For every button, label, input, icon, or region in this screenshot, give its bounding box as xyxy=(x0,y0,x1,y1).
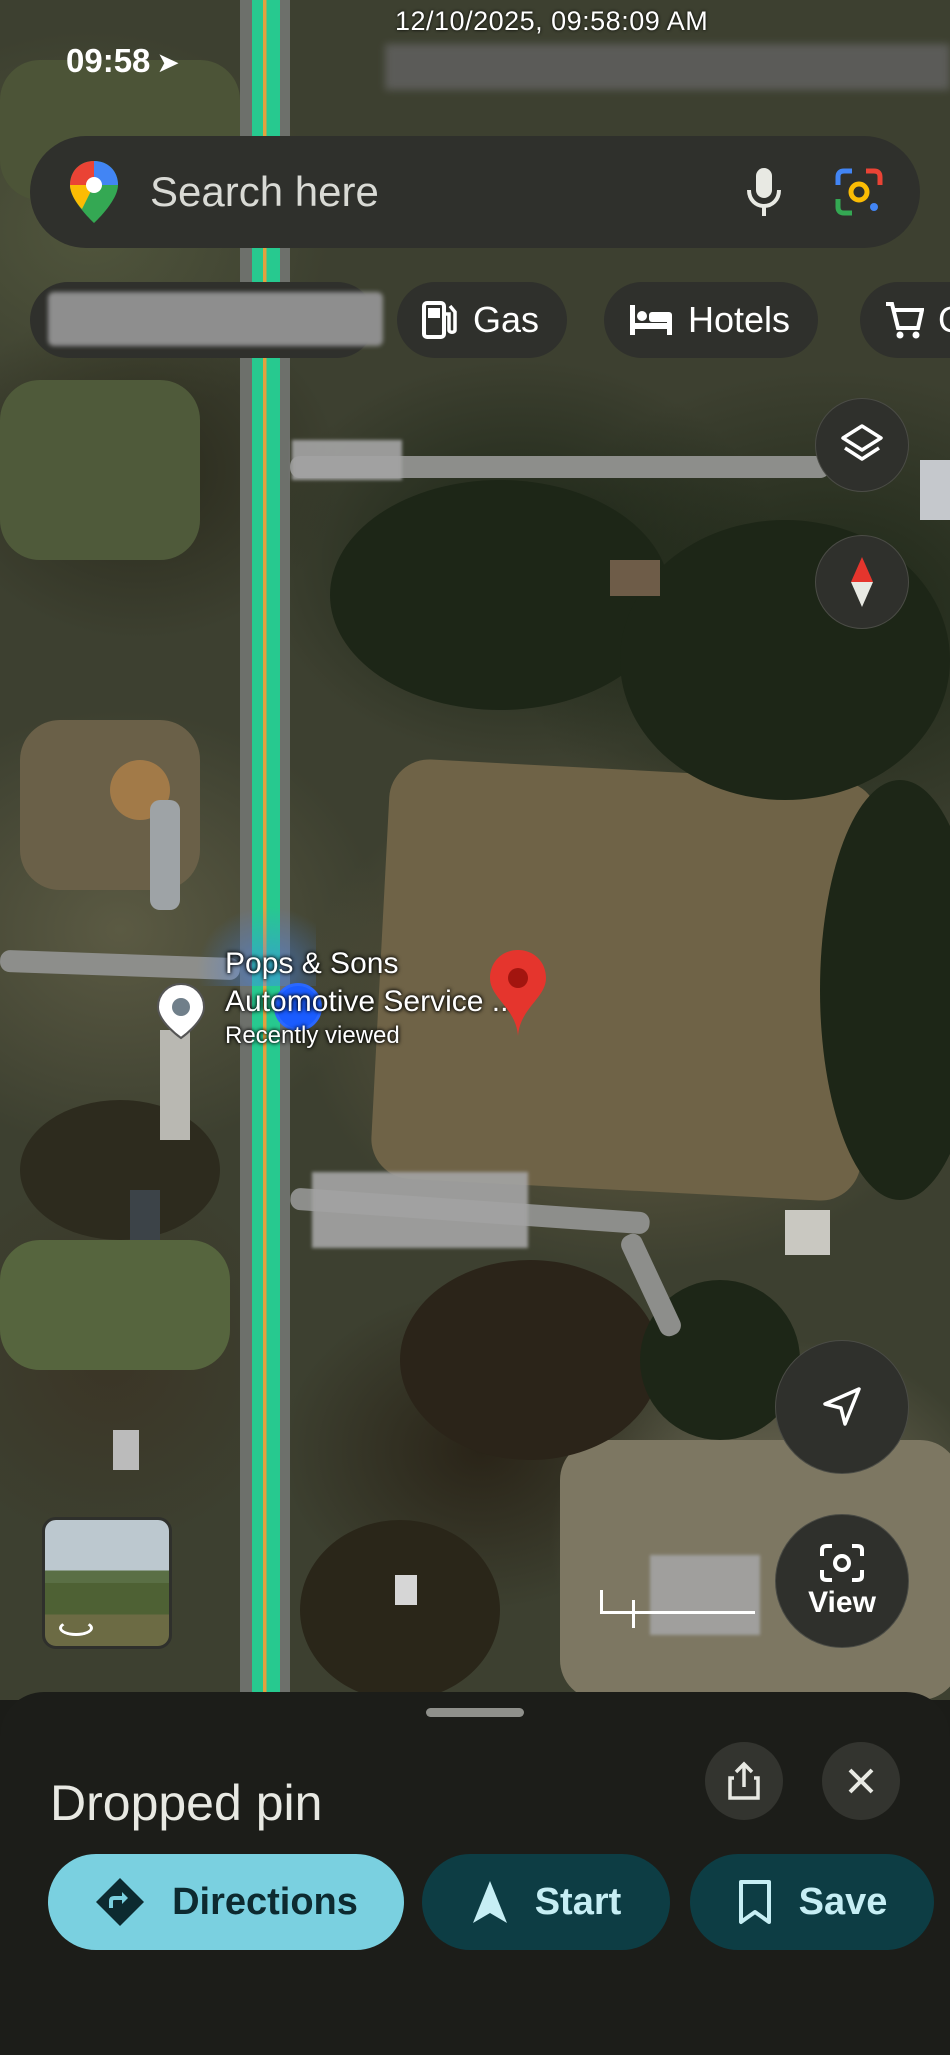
dropped-pin-icon[interactable] xyxy=(488,948,548,1038)
time-text: 09:58 xyxy=(66,42,151,79)
tree-cluster xyxy=(400,1260,660,1460)
start-label: Start xyxy=(534,1880,622,1923)
navigation-arrow-icon xyxy=(823,1387,861,1426)
grass-area xyxy=(0,1240,230,1370)
close-button[interactable] xyxy=(822,1742,900,1820)
grass-area xyxy=(0,380,200,560)
chip-shopping[interactable]: G xyxy=(860,282,950,358)
compass-icon xyxy=(851,557,873,607)
bookmark-icon xyxy=(738,1880,771,1924)
view-button[interactable]: View xyxy=(775,1514,909,1648)
street-view-thumbnail[interactable] xyxy=(42,1517,172,1649)
bed-icon xyxy=(630,305,672,335)
close-icon xyxy=(848,1768,874,1794)
poi-label[interactable]: Pops & Sons Automotive Service ... Recen… xyxy=(225,945,517,1051)
share-icon xyxy=(728,1761,760,1800)
location-arrow-icon: ➤ xyxy=(156,47,180,78)
share-button[interactable] xyxy=(705,1742,783,1820)
poi-name-line1: Pops & Sons xyxy=(225,947,399,980)
navigation-start-icon xyxy=(472,1881,507,1923)
view-label: View xyxy=(808,1586,876,1619)
chip-gas[interactable]: Gas xyxy=(397,282,568,358)
tree-cluster xyxy=(20,1100,220,1240)
place-marker-icon[interactable] xyxy=(150,980,212,1042)
search-bar[interactable]: Search here xyxy=(30,136,920,248)
scale-bar-tick xyxy=(632,1600,635,1628)
search-input[interactable]: Search here xyxy=(150,168,744,216)
microphone-icon[interactable] xyxy=(744,166,784,218)
my-location-button[interactable] xyxy=(775,1340,909,1474)
building xyxy=(130,1190,160,1240)
google-maps-logo-icon xyxy=(70,161,118,223)
sheet-title: Dropped pin xyxy=(50,1775,323,1831)
chip-label: G xyxy=(938,299,950,341)
redacted-label xyxy=(312,1172,528,1248)
building xyxy=(395,1575,417,1605)
building xyxy=(610,560,660,596)
poi-name-line2: Automotive Service ... xyxy=(225,985,517,1018)
shopping-cart-icon xyxy=(886,302,924,339)
start-button[interactable]: Start xyxy=(422,1854,670,1950)
chip-label: Hotels xyxy=(688,299,791,340)
building xyxy=(785,1210,830,1255)
traffic-overlay xyxy=(252,0,280,1700)
chip-label: Gas xyxy=(473,299,540,340)
camera-view-icon xyxy=(820,1544,864,1582)
scale-bar xyxy=(600,1590,755,1614)
gas-station-icon xyxy=(422,301,457,339)
screenshot-timestamp: 12/10/2025, 09:58:09 AM xyxy=(395,6,709,36)
layers-icon xyxy=(841,424,883,461)
sheet-drag-handle[interactable] xyxy=(426,1708,524,1717)
chip-hotels[interactable]: Hotels xyxy=(604,282,819,358)
layers-button[interactable] xyxy=(815,398,909,492)
building xyxy=(113,1430,139,1470)
redacted-status-icons xyxy=(385,44,950,90)
building xyxy=(920,460,950,520)
poi-subtitle: Recently viewed xyxy=(225,1022,400,1049)
compass-button[interactable] xyxy=(815,535,909,629)
driveway xyxy=(150,800,180,910)
save-button[interactable]: Save xyxy=(690,1854,934,1950)
place-bottom-sheet[interactable]: Dropped pin Directions Start Save xyxy=(0,1692,950,2055)
save-label: Save xyxy=(798,1880,888,1923)
directions-label: Directions xyxy=(172,1880,358,1923)
rotate-360-icon xyxy=(59,1620,93,1636)
redacted-label xyxy=(292,440,402,480)
building xyxy=(160,1030,190,1140)
google-lens-icon[interactable] xyxy=(834,167,884,217)
tree-cluster xyxy=(300,1520,500,1700)
directions-icon xyxy=(96,1878,145,1926)
redacted-chip[interactable] xyxy=(30,282,383,358)
status-bar-time: 09:58 ➤ xyxy=(66,42,180,80)
directions-button[interactable]: Directions xyxy=(48,1854,404,1950)
